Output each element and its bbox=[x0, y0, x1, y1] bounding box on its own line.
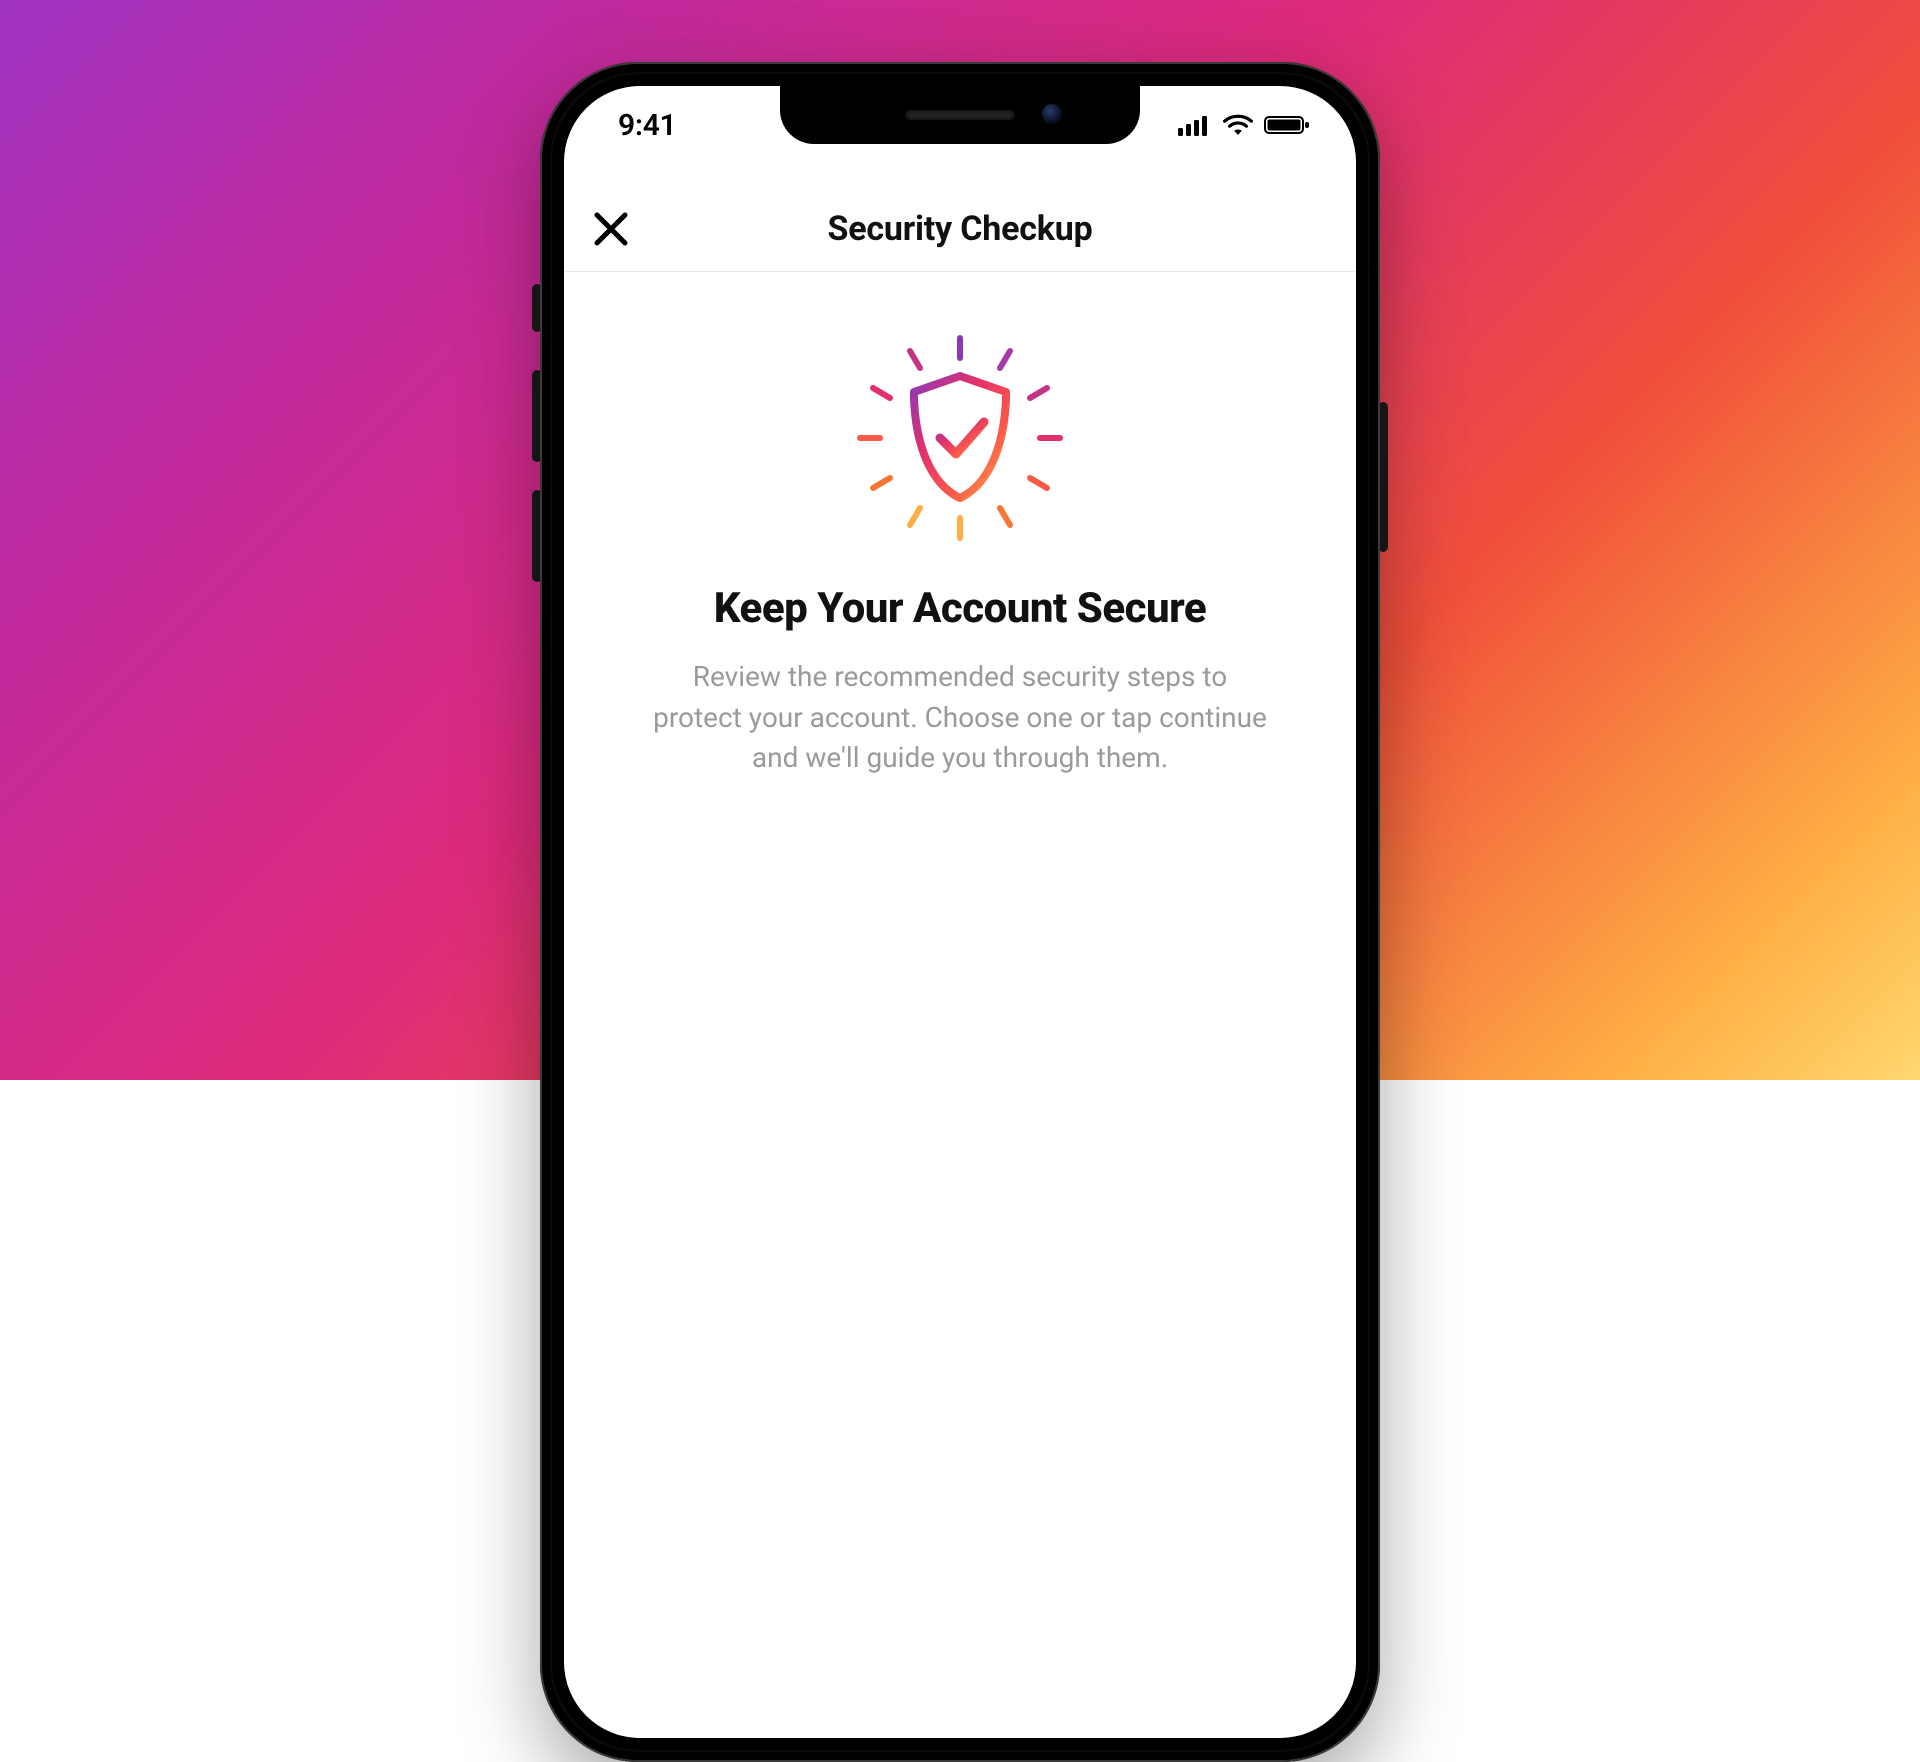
battery-icon bbox=[1264, 114, 1310, 136]
status-bar: 9:41 bbox=[564, 96, 1356, 154]
hero-illustration bbox=[850, 328, 1070, 548]
phone-mockup: 9:41 bbox=[540, 62, 1380, 1762]
nav-header: Security Checkup bbox=[564, 186, 1356, 272]
content-subtext: Review the recommended security steps to… bbox=[650, 657, 1270, 779]
close-button[interactable] bbox=[584, 202, 638, 256]
phone-screen: 9:41 bbox=[564, 86, 1356, 1738]
cellular-icon bbox=[1178, 114, 1212, 136]
page-title: Security Checkup bbox=[827, 209, 1092, 249]
close-icon bbox=[591, 209, 631, 249]
phone-frame: 9:41 bbox=[540, 62, 1380, 1762]
status-time: 9:41 bbox=[610, 108, 676, 143]
content-headline: Keep Your Account Secure bbox=[604, 584, 1316, 633]
content-area: Keep Your Account Secure Review the reco… bbox=[564, 272, 1356, 1738]
shield-check-icon bbox=[850, 328, 1070, 548]
status-indicators bbox=[1178, 114, 1310, 136]
promo-stage: 9:41 bbox=[210, 0, 1710, 844]
wifi-icon bbox=[1222, 114, 1254, 136]
